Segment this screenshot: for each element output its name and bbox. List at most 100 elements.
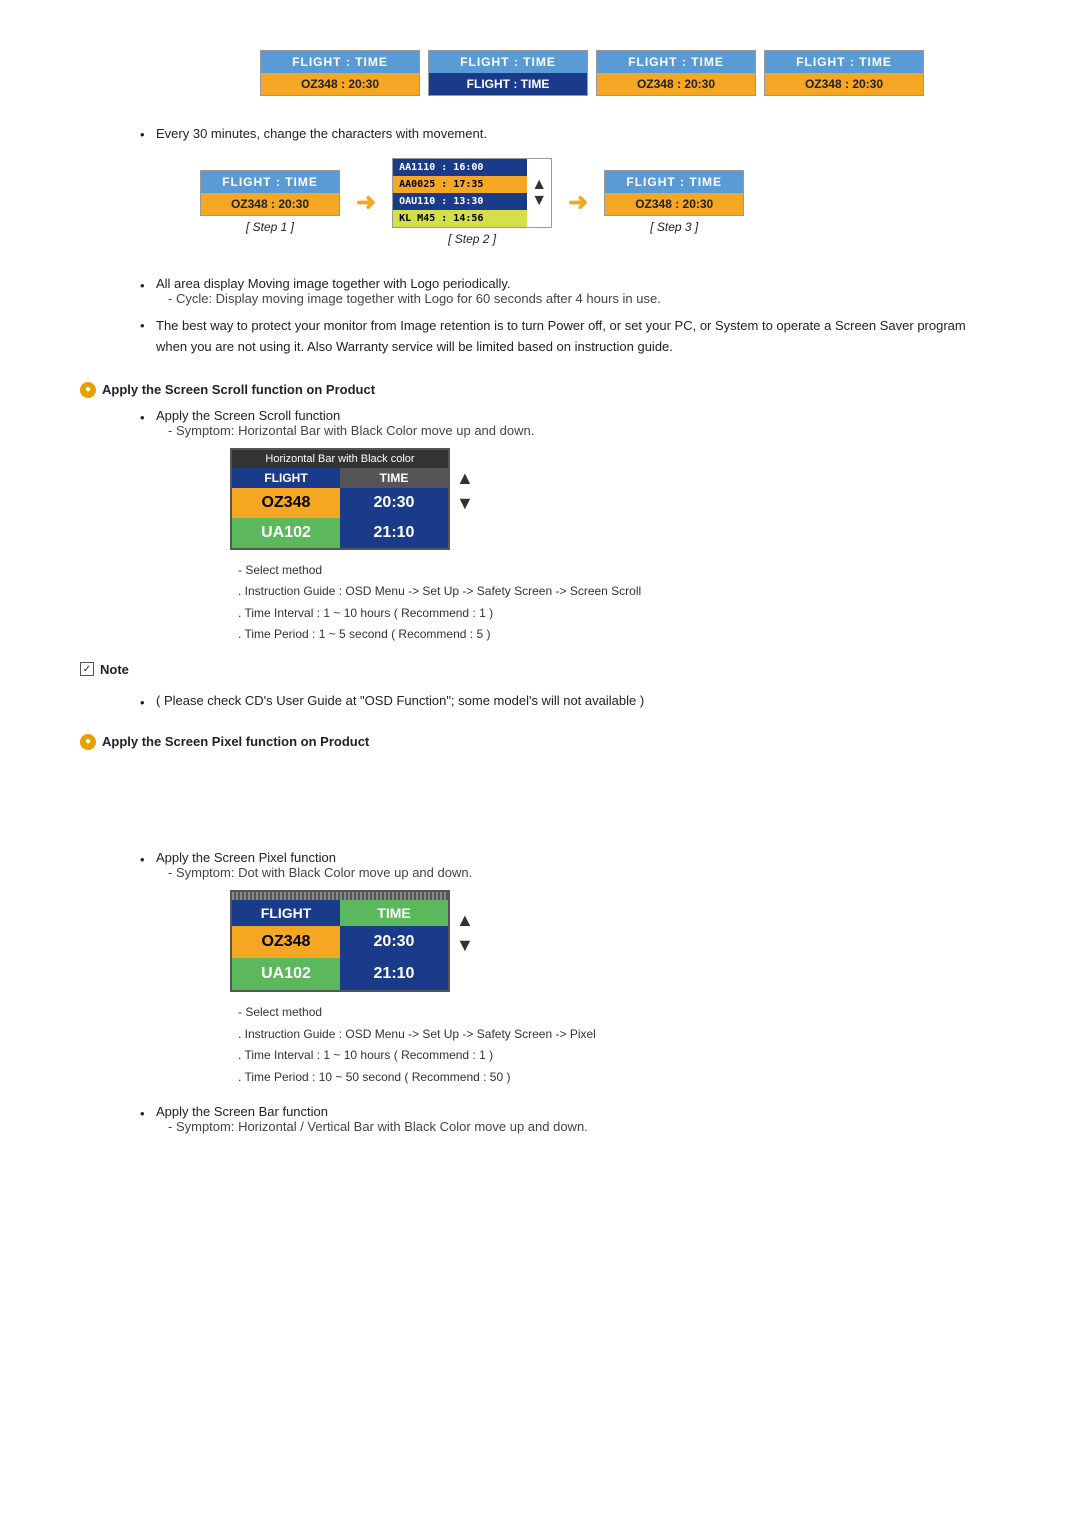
pixel-arrow-down: ▼	[456, 935, 474, 956]
pixel-r1c1: OZ348	[232, 926, 340, 958]
step3-box: FLIGHT : TIME OZ348 : 20:30 [ Step 3 ]	[604, 170, 744, 234]
flight-panel-2: FLIGHT : TIME FLIGHT : TIME	[428, 50, 588, 96]
scroll-demo-arrows: ▲ ▼	[456, 448, 474, 514]
step2-line1: AA1110 : 16:00	[393, 159, 527, 176]
step2-line3: OAU110 : 13:30	[393, 193, 527, 210]
info-text-2: The best way to protect your monitor fro…	[156, 316, 1000, 358]
step2-panel: AA1110 : 16:00 AA0025 : 17:35 OAU110 : 1…	[392, 158, 552, 228]
note-checkbox-icon: ✓	[80, 662, 94, 676]
note-label: Note	[100, 662, 129, 677]
scroll-bullet-1: • Apply the Screen Scroll function - Sym…	[140, 408, 1000, 438]
pixel-bullet-1: • Apply the Screen Pixel function - Symp…	[140, 850, 1000, 880]
pixel-guide-3: . Time Period : 10 ~ 50 second ( Recomme…	[238, 1067, 1000, 1089]
scroll-r1c2: 20:30	[340, 488, 448, 518]
pixel-r1c2: 20:30	[340, 926, 448, 958]
step1-bottom: OZ348 : 20:30	[201, 193, 339, 215]
section-pixel-header: ● Apply the Screen Pixel function on Pro…	[80, 734, 1000, 750]
pixel-row1: OZ348 20:30	[232, 926, 448, 958]
bar-bullet: • Apply the Screen Bar function - Sympto…	[140, 1104, 1000, 1134]
pixel-r2c1: UA102	[232, 958, 340, 990]
pixel-col2-header: TIME	[340, 900, 448, 926]
fp1-top: FLIGHT : TIME	[261, 51, 419, 73]
note-text: ( Please check CD's User Guide at "OSD F…	[156, 693, 644, 708]
scroll-row1: OZ348 20:30	[232, 488, 448, 518]
step2-main: AA1110 : 16:00 AA0025 : 17:35 OAU110 : 1…	[393, 159, 527, 227]
note-content: • ( Please check CD's User Guide at "OSD…	[140, 693, 1000, 710]
pixel-guide-2: . Time Interval : 1 ~ 10 hours ( Recomme…	[238, 1045, 1000, 1067]
pixel-dot-1: •	[140, 852, 156, 867]
step2-box: AA1110 : 16:00 AA0025 : 17:35 OAU110 : 1…	[392, 158, 552, 246]
pixel-section-title: Apply the Screen Pixel function on Produ…	[102, 734, 369, 749]
scroll-section-title: Apply the Screen Scroll function on Prod…	[102, 382, 375, 397]
info-dot-2: •	[140, 318, 156, 333]
pixel-demo-arrows: ▲ ▼	[456, 890, 474, 956]
arrow-2: ➜	[568, 188, 588, 217]
scroll-text-1: Apply the Screen Scroll function - Sympt…	[156, 408, 534, 438]
fp3-bottom: OZ348 : 20:30	[597, 73, 755, 95]
pixel-content: • Apply the Screen Pixel function - Symp…	[140, 850, 1000, 1134]
scroll-guide-2: . Time Interval : 1 ~ 10 hours ( Recomme…	[238, 603, 1000, 625]
flight-panel-1: FLIGHT : TIME OZ348 : 20:30	[260, 50, 420, 96]
bar-text: Apply the Screen Bar function - Symptom:…	[156, 1104, 588, 1134]
scroll-arrow-up: ▲	[456, 468, 474, 489]
step2-label: [ Step 2 ]	[392, 232, 552, 246]
scroll-r2c1: UA102	[232, 518, 340, 548]
pixel-section-icon: ●	[80, 734, 96, 750]
info-bullet-2: • The best way to protect your monitor f…	[140, 316, 1000, 358]
scroll-row2: UA102 21:10	[232, 518, 448, 548]
pixel-row2: UA102 21:10	[232, 958, 448, 990]
pixel-col1-header: FLIGHT	[232, 900, 340, 926]
scroll-select-method: - Select method	[238, 560, 1000, 582]
pixel-arrow-up: ▲	[456, 910, 474, 931]
fp4-top: FLIGHT : TIME	[765, 51, 923, 73]
note-section: ✓ Note	[80, 662, 1000, 677]
scroll-guide-1: . Instruction Guide : OSD Menu -> Set Up…	[238, 581, 1000, 603]
pixel-r2c2: 21:10	[340, 958, 448, 990]
step3-panel: FLIGHT : TIME OZ348 : 20:30	[604, 170, 744, 216]
flight-panel-4: FLIGHT : TIME OZ348 : 20:30	[764, 50, 924, 96]
step2-line4: KL M45 : 14:56	[393, 210, 527, 227]
fp2-top: FLIGHT : TIME	[429, 51, 587, 73]
step2-arrows: ▲ ▼	[527, 175, 551, 211]
info-dot-1: •	[140, 278, 156, 293]
bar-dot: •	[140, 1106, 156, 1121]
step-section: • Every 30 minutes, change the character…	[140, 126, 1000, 246]
step-bullet-dot: •	[140, 127, 156, 142]
step1-panel: FLIGHT : TIME OZ348 : 20:30	[200, 170, 340, 216]
scroll-arrow-down: ▼	[456, 493, 474, 514]
step1-top: FLIGHT : TIME	[201, 171, 339, 193]
pixel-text-1: Apply the Screen Pixel function - Sympto…	[156, 850, 472, 880]
scroll-r1c1: OZ348	[232, 488, 340, 518]
step2-row1: AA1110 : 16:00 AA0025 : 17:35 OAU110 : 1…	[393, 159, 551, 227]
pixel-guide-1: . Instruction Guide : OSD Menu -> Set Up…	[238, 1024, 1000, 1046]
note-bullet: • ( Please check CD's User Guide at "OSD…	[140, 693, 1000, 710]
step-bullet-text: Every 30 minutes, change the characters …	[156, 126, 487, 141]
flight-panel-3: FLIGHT : TIME OZ348 : 20:30	[596, 50, 756, 96]
step1-box: FLIGHT : TIME OZ348 : 20:30 [ Step 1 ]	[200, 170, 340, 234]
info-section: • All area display Moving image together…	[140, 276, 1000, 358]
scroll-demo-table: Horizontal Bar with Black color FLIGHT T…	[230, 448, 450, 550]
step3-label: [ Step 3 ]	[604, 220, 744, 234]
step3-bottom: OZ348 : 20:30	[605, 193, 743, 215]
scroll-section-icon: ●	[80, 382, 96, 398]
scroll-demo-wrap: Horizontal Bar with Black color FLIGHT T…	[230, 448, 1000, 550]
arrow-up: ▲	[531, 177, 547, 193]
scroll-r2c2: 21:10	[340, 518, 448, 548]
step1-label: [ Step 1 ]	[200, 220, 340, 234]
section-scroll-header: ● Apply the Screen Scroll function on Pr…	[80, 382, 1000, 398]
step2-line2: AA0025 : 17:35	[393, 176, 527, 193]
scroll-guide-3: . Time Period : 1 ~ 5 second ( Recommend…	[238, 624, 1000, 646]
fp4-bottom: OZ348 : 20:30	[765, 73, 923, 95]
step3-top: FLIGHT : TIME	[605, 171, 743, 193]
fp3-top: FLIGHT : TIME	[597, 51, 755, 73]
header-panels-row: FLIGHT : TIME OZ348 : 20:30 FLIGHT : TIM…	[260, 50, 1000, 96]
scroll-col2-header: TIME	[340, 468, 448, 488]
pixel-table-dot-header	[232, 892, 448, 900]
pixel-col-headers: FLIGHT TIME	[232, 900, 448, 926]
scroll-col1-header: FLIGHT	[232, 468, 340, 488]
step-row: FLIGHT : TIME OZ348 : 20:30 [ Step 1 ] ➜…	[200, 158, 1000, 246]
pixel-demo-wrap: FLIGHT TIME OZ348 20:30 UA102 21:10 ▲ ▼	[230, 890, 1000, 992]
scroll-dot-1: •	[140, 410, 156, 425]
fp1-bottom: OZ348 : 20:30	[261, 73, 419, 95]
scroll-method-section: - Select method . Instruction Guide : OS…	[230, 560, 1000, 646]
